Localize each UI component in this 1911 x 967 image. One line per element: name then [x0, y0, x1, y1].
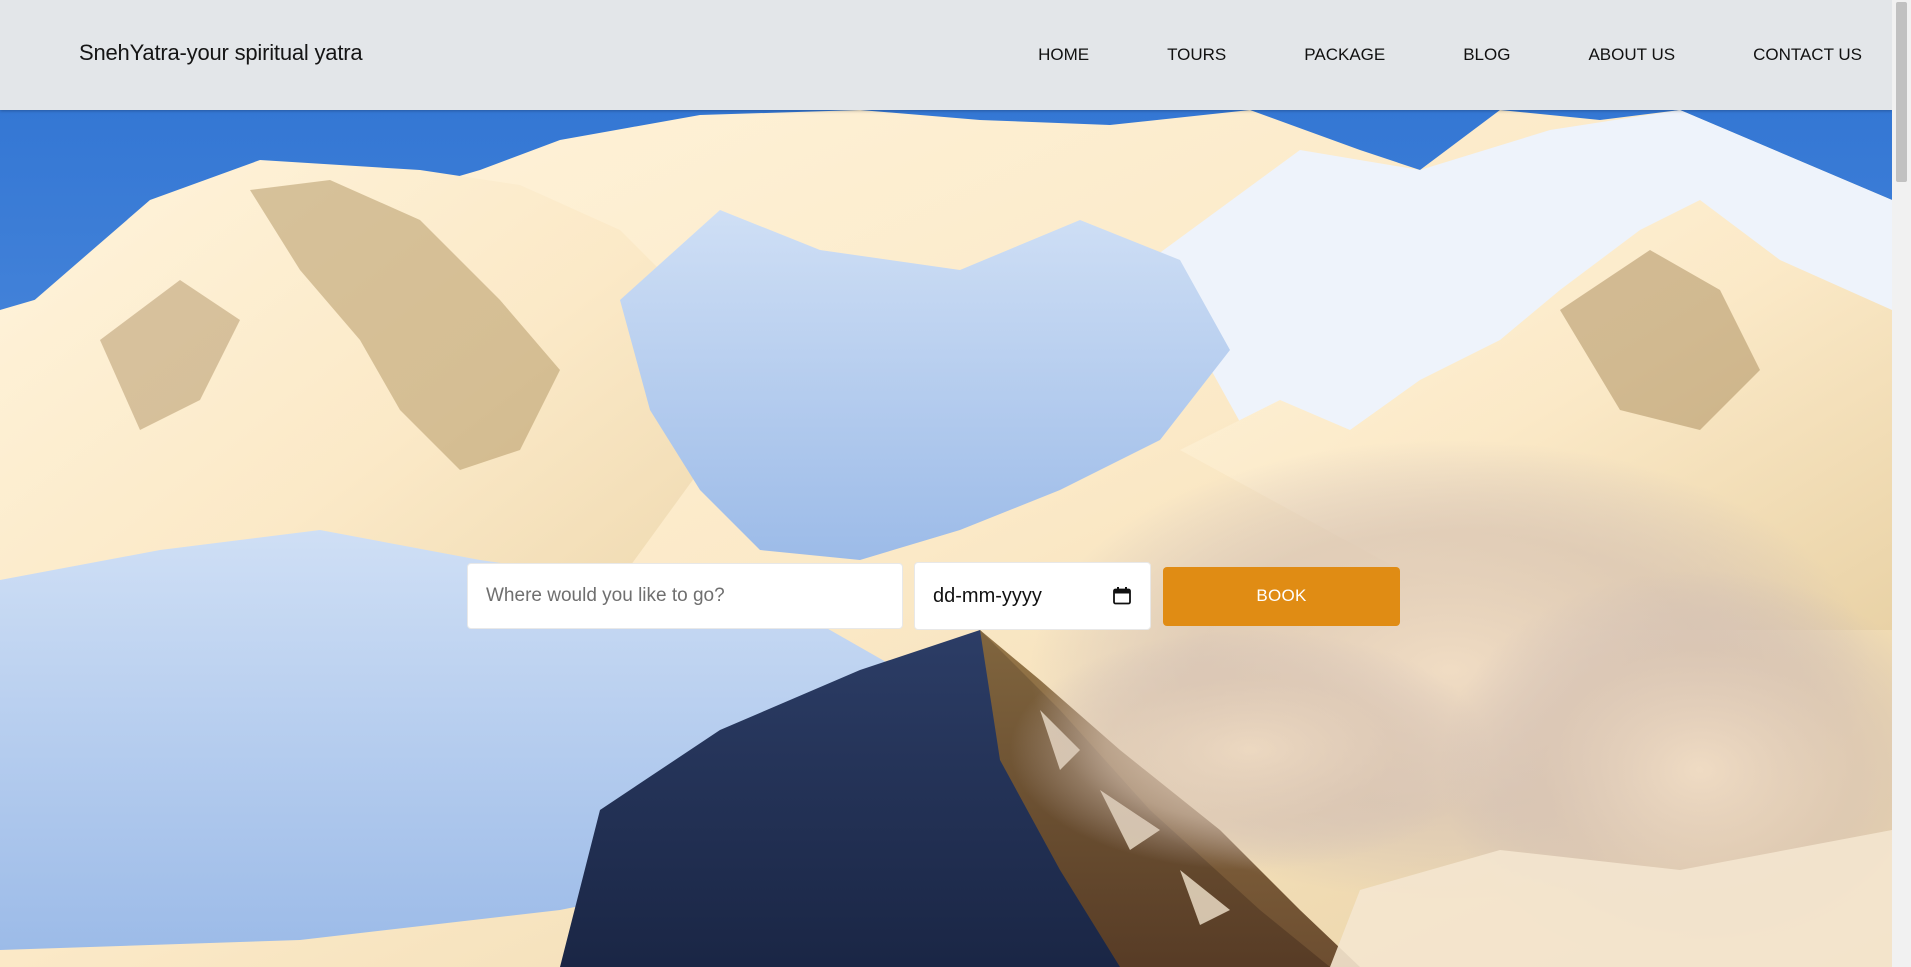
destination-input[interactable]	[467, 563, 903, 629]
main-nav: HOME TOURS PACKAGE BLOG ABOUT US CONTACT…	[1038, 44, 1862, 66]
nav-blog[interactable]: BLOG	[1463, 45, 1510, 65]
scrollbar-thumb[interactable]	[1896, 2, 1907, 182]
date-value: dd-mm-yyyy	[933, 584, 1042, 607]
nav-about-us[interactable]: ABOUT US	[1588, 45, 1675, 65]
page-scrollbar[interactable]	[1892, 0, 1911, 967]
book-button[interactable]: BOOK	[1163, 566, 1400, 626]
mountain-background-image	[0, 110, 1892, 967]
nav-package[interactable]: PACKAGE	[1304, 45, 1385, 65]
nav-tours[interactable]: TOURS	[1167, 45, 1226, 65]
nav-home[interactable]: HOME	[1038, 45, 1089, 65]
travel-date-input[interactable]: dd-mm-yyyy	[914, 562, 1151, 630]
site-brand[interactable]: SnehYatra-your spiritual yatra	[79, 40, 363, 66]
site-header: SnehYatra-your spiritual yatra HOME TOUR…	[0, 0, 1892, 110]
page: SnehYatra-your spiritual yatra HOME TOUR…	[0, 0, 1911, 967]
calendar-icon[interactable]	[1112, 586, 1132, 606]
hero-banner	[0, 110, 1892, 967]
nav-contact-us[interactable]: CONTACT US	[1753, 45, 1862, 65]
booking-search-form: dd-mm-yyyy BOOK	[467, 562, 1400, 630]
